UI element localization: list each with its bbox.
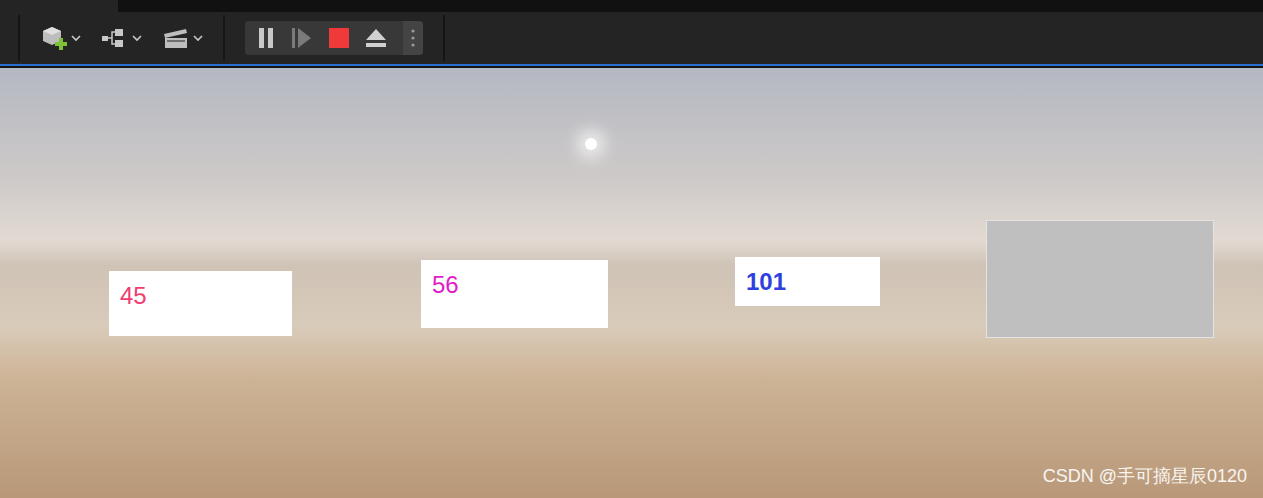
cinematics-button[interactable] — [162, 26, 203, 50]
chevron-down-icon — [132, 34, 142, 42]
nodes-icon — [101, 26, 129, 50]
add-actor-button[interactable] — [40, 25, 81, 51]
eject-button[interactable] — [365, 28, 387, 48]
more-button[interactable] — [403, 21, 423, 55]
tab-strip — [0, 0, 1263, 12]
watermark: CSDN @手可摘星辰0120 — [1043, 463, 1247, 490]
toolbar — [0, 12, 1263, 64]
tab[interactable] — [0, 0, 118, 12]
blank-widget — [986, 220, 1214, 338]
number-widget: 56 — [421, 260, 608, 328]
separator — [443, 15, 445, 61]
play-controls — [245, 21, 423, 55]
pause-icon — [257, 27, 275, 49]
chevron-down-icon — [193, 34, 203, 42]
cube-add-icon — [40, 25, 68, 51]
viewport[interactable]: 45 56 101 CSDN @手可摘星辰0120 — [0, 68, 1263, 498]
blueprint-button[interactable] — [101, 26, 142, 50]
stop-icon — [329, 28, 349, 48]
stop-button[interactable] — [329, 28, 349, 48]
sun — [585, 138, 597, 150]
widget-number: 45 — [120, 282, 147, 309]
separator — [18, 15, 20, 61]
step-button[interactable] — [291, 27, 313, 49]
step-icon — [291, 27, 313, 49]
number-widget: 45 — [109, 271, 292, 336]
number-widget: 101 — [735, 257, 880, 306]
dots-icon — [411, 28, 415, 48]
clapperboard-icon — [162, 26, 190, 50]
widget-number: 101 — [746, 268, 786, 295]
editor: 45 56 101 CSDN @手可摘星辰0120 — [0, 0, 1263, 498]
pause-button[interactable] — [257, 27, 275, 49]
widget-number: 56 — [432, 271, 459, 298]
eject-icon — [365, 28, 387, 48]
separator — [223, 15, 225, 61]
chevron-down-icon — [71, 34, 81, 42]
